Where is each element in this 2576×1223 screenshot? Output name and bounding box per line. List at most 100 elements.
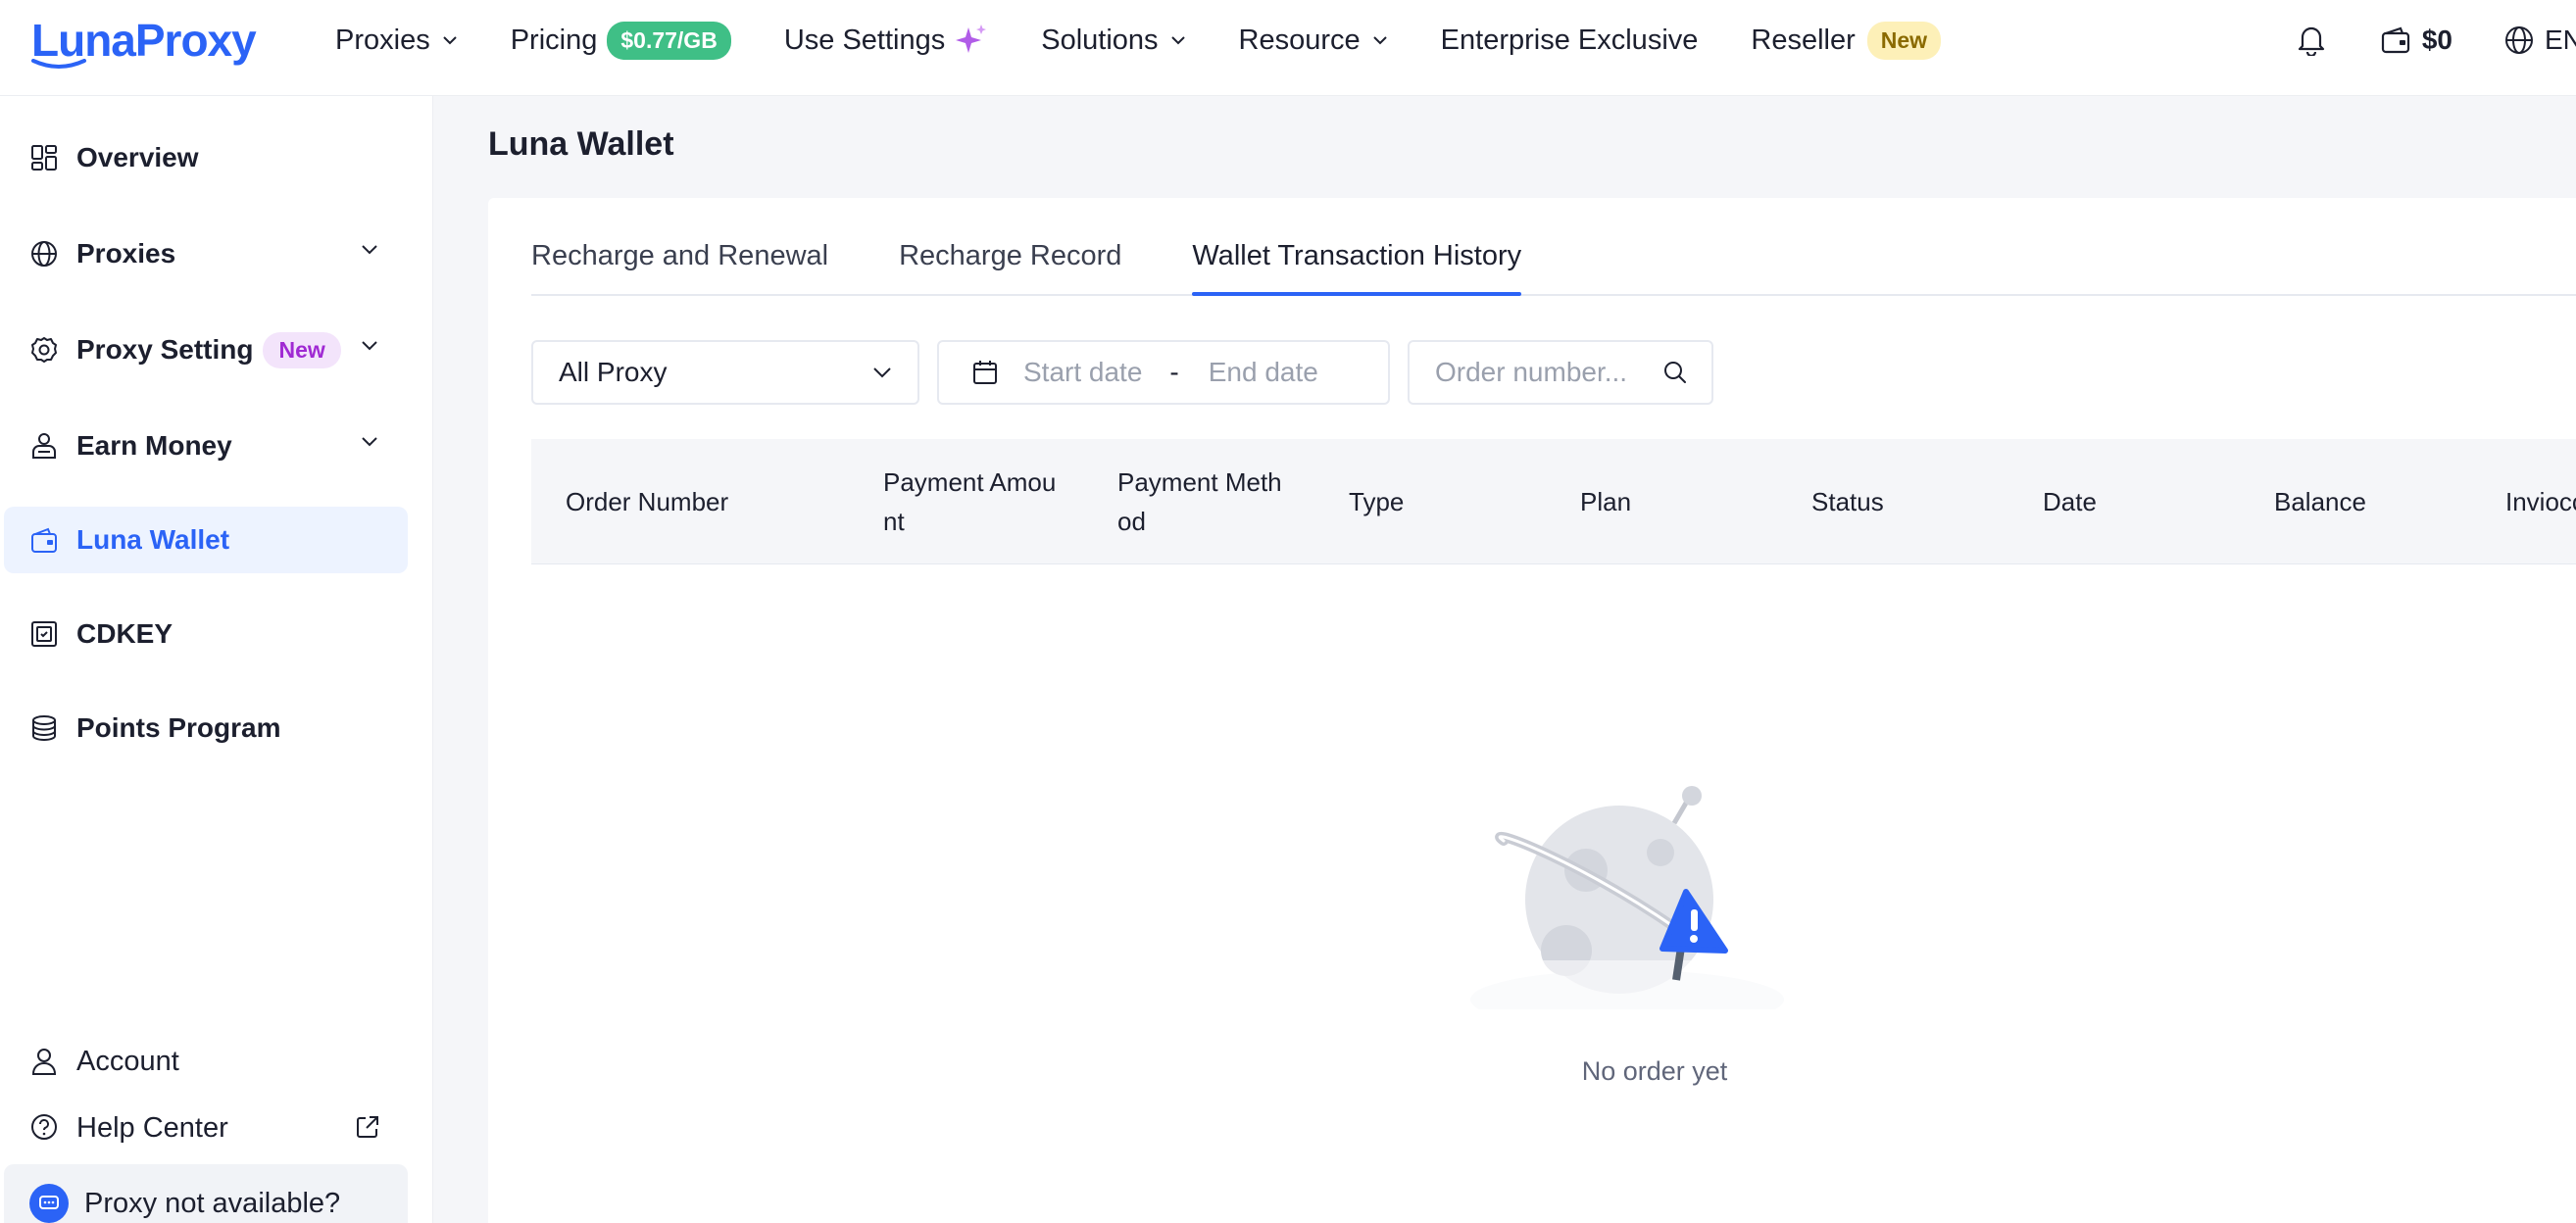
nav-proxies[interactable]: Proxies xyxy=(335,24,458,57)
calendar-icon xyxy=(973,361,997,384)
logo-arc-icon xyxy=(31,59,86,69)
nav-proxies-label: Proxies xyxy=(335,24,430,56)
order-number-input[interactable] xyxy=(1435,357,1641,388)
chevron-down-icon xyxy=(1372,36,1387,45)
column-payment-method: Payment Meth od xyxy=(1117,439,1282,564)
chevron-down-icon xyxy=(362,341,377,351)
globe-icon xyxy=(31,241,57,267)
nav-enterprise-label: Enterprise Exclusive xyxy=(1440,24,1699,56)
page-title: Luna Wallet xyxy=(488,125,674,163)
tab-recharge-and-renewal[interactable]: Recharge and Renewal xyxy=(531,240,828,294)
pricing-badge: $0.77/GB xyxy=(607,21,731,60)
nav-use-settings-label: Use Settings xyxy=(783,24,946,56)
table-header: Order Number Payment Amou nt Payment Meth… xyxy=(531,439,2576,564)
sidebar-item-proxies[interactable]: Proxies xyxy=(4,220,408,287)
sidebar-item-proxy-setting[interactable]: Proxy Setting New xyxy=(4,317,408,383)
chat-icon xyxy=(29,1184,69,1223)
wallet-icon xyxy=(31,527,57,553)
sparkle-icon xyxy=(956,24,987,53)
column-payment-amount: Payment Amou nt xyxy=(883,439,1056,564)
nav-solutions-label: Solutions xyxy=(1041,24,1159,56)
chevron-down-icon xyxy=(1170,36,1185,45)
column-label-line: od xyxy=(1117,507,1146,536)
column-date: Date xyxy=(2043,439,2097,564)
column-plan: Plan xyxy=(1580,439,1631,564)
order-search-box xyxy=(1408,340,1713,405)
sidebar-item-label: Account xyxy=(76,1045,179,1077)
column-balance: Balance xyxy=(2274,439,2366,564)
sidebar-item-account[interactable]: Account xyxy=(4,1028,408,1095)
date-separator: - xyxy=(1169,357,1179,387)
sidebar-item-overview[interactable]: Overview xyxy=(4,124,408,191)
reseller-new-badge: New xyxy=(1866,21,1942,60)
nav-pricing-label: Pricing xyxy=(510,24,598,56)
nav-reseller-label: Reseller xyxy=(1751,24,1856,56)
empty-state-text: No order yet xyxy=(1581,1056,1728,1086)
column-type: Type xyxy=(1349,439,1404,564)
wallet-tabs: Recharge and Renewal Recharge Record Wal… xyxy=(531,198,2576,296)
language-selector[interactable]: EN xyxy=(2503,24,2576,56)
sidebar: Overview Proxies Proxy Setting New Earn … xyxy=(0,96,433,1223)
wallet-card: Recharge and Renewal Recharge Record Wal… xyxy=(488,198,2576,1223)
column-label: Order Number xyxy=(566,487,729,516)
top-right-actions: $0 EN xyxy=(2297,0,2576,80)
sidebar-item-help-center[interactable]: Help Center xyxy=(4,1095,408,1161)
column-label: Plan xyxy=(1580,487,1632,516)
user-icon xyxy=(31,1049,57,1075)
nav-pricing[interactable]: Pricing $0.77/GB xyxy=(510,21,731,60)
chevron-down-icon xyxy=(442,36,457,45)
column-invoice: Inviocc xyxy=(2505,439,2576,564)
tab-wallet-transaction-history[interactable]: Wallet Transaction History xyxy=(1192,240,1521,296)
column-label-line: Payment Meth xyxy=(1117,467,1282,497)
proxy-type-select[interactable]: All Proxy xyxy=(531,340,919,405)
nav-use-settings[interactable]: Use Settings xyxy=(784,24,988,57)
nav-enterprise-exclusive[interactable]: Enterprise Exclusive xyxy=(1441,24,1699,57)
help-icon xyxy=(31,1114,57,1140)
sidebar-item-label: Luna Wallet xyxy=(76,524,230,555)
tab-recharge-record[interactable]: Recharge Record xyxy=(899,240,1121,294)
column-label: Status xyxy=(1811,487,1884,516)
bell-icon[interactable] xyxy=(2297,24,2326,56)
sidebar-item-cdkey[interactable]: CDKEY xyxy=(4,601,408,667)
column-label: Inviocc xyxy=(2505,487,2576,516)
search-icon[interactable] xyxy=(1662,360,1688,385)
column-order-number: Order Number xyxy=(566,439,728,564)
nav-solutions[interactable]: Solutions xyxy=(1041,24,1185,57)
language-label: EN xyxy=(2545,24,2576,55)
chevron-down-icon xyxy=(873,367,891,378)
sidebar-item-points-program[interactable]: Points Program xyxy=(4,695,408,761)
date-range-picker[interactable]: Start date - End date xyxy=(937,340,1390,405)
earn-money-icon xyxy=(32,433,56,459)
chevron-down-icon xyxy=(362,245,377,255)
nav-reseller[interactable]: Reseller New xyxy=(1751,21,1942,60)
top-navigation-bar: LunaProxy Proxies Pricing $0.77/GB Use S… xyxy=(0,0,2576,96)
sidebar-item-label: Earn Money xyxy=(76,430,232,461)
wallet-balance-button[interactable]: $0 xyxy=(2381,24,2452,56)
coins-icon xyxy=(32,715,56,742)
column-label: Type xyxy=(1349,487,1405,516)
chevron-down-icon xyxy=(362,437,377,447)
sidebar-item-earn-money[interactable]: Earn Money xyxy=(4,413,408,479)
sidebar-item-luna-wallet[interactable]: Luna Wallet xyxy=(4,507,408,573)
sidebar-item-label: Overview xyxy=(76,142,199,172)
wallet-icon xyxy=(2381,26,2409,54)
proxy-type-value: All Proxy xyxy=(559,357,668,387)
nav-resource-label: Resource xyxy=(1238,24,1361,56)
grid-icon xyxy=(31,145,57,171)
column-label: Payment Amou nt xyxy=(883,463,1056,541)
main-nav: Proxies Pricing $0.77/GB Use Settings So… xyxy=(335,0,1994,80)
column-status: Status xyxy=(1811,439,1884,564)
proxy-help-prompt[interactable]: Proxy not available? xyxy=(4,1164,408,1223)
column-label-line: Payment Amou xyxy=(883,467,1057,497)
sidebar-item-label: Help Center xyxy=(76,1111,228,1144)
cdkey-icon xyxy=(31,621,57,647)
proxy-setting-new-badge: New xyxy=(263,331,341,368)
external-link-icon xyxy=(357,1116,378,1138)
start-date-input[interactable]: Start date xyxy=(1023,357,1142,388)
end-date-input[interactable]: End date xyxy=(1209,357,1318,388)
globe-icon xyxy=(2505,26,2533,54)
filter-bar: All Proxy Start date - End date xyxy=(531,340,1713,405)
sidebar-item-label: Points Program xyxy=(76,712,281,743)
nav-resource[interactable]: Resource xyxy=(1239,24,1388,57)
wallet-balance: $0 xyxy=(2421,24,2452,55)
